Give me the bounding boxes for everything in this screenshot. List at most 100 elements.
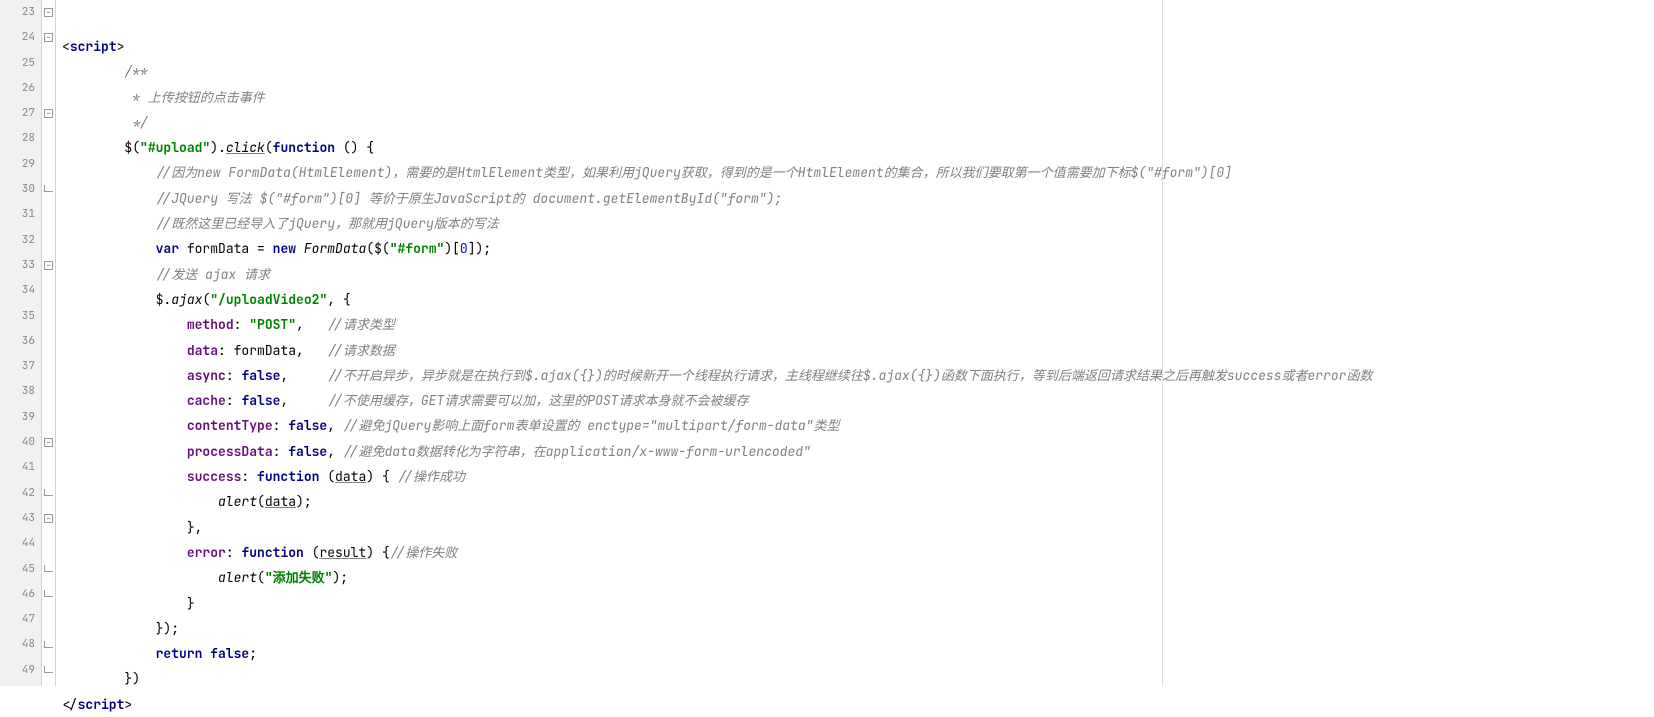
token-cmt: //既然这里已经导入了jQuery，那就用jQuery版本的写法 (156, 215, 499, 232)
token-str: "添加失败" (265, 569, 333, 586)
code-line[interactable]: * 上传按钮的点击事件 (62, 85, 1654, 110)
token-kw: false (288, 417, 327, 434)
code-line[interactable]: success: function (data) { //操作成功 (62, 464, 1654, 489)
code-line[interactable]: method: "POST", //请求类型 (62, 312, 1654, 337)
token-op: , (327, 443, 343, 460)
token-kw: false (288, 443, 327, 460)
token-id: formData (234, 342, 296, 359)
line-number: 37 (0, 354, 35, 379)
token-typ: FormData (304, 240, 366, 257)
line-number: 31 (0, 202, 35, 227)
line-number: 38 (0, 379, 35, 404)
code-line[interactable]: alert("添加失败"); (62, 565, 1654, 590)
token-op (179, 240, 187, 257)
token-op: </ (62, 696, 78, 713)
token-op: ) { (366, 468, 397, 485)
code-line[interactable]: async: false, //不开启异步，异步就是在执行到$.ajax({})… (62, 363, 1654, 388)
token-op: < (62, 38, 70, 55)
fold-toggle-icon[interactable]: - (44, 8, 53, 17)
fold-toggle-icon[interactable]: - (44, 33, 53, 42)
token-attr: method (187, 316, 234, 333)
line-number: 23 (0, 0, 35, 25)
line-number: 34 (0, 278, 35, 303)
token-op: : (218, 342, 234, 359)
token-op: > (117, 38, 125, 55)
fold-toggle-icon[interactable]: - (44, 514, 53, 523)
line-number: 47 (0, 607, 35, 632)
token-op: : (273, 417, 289, 434)
code-line[interactable]: //既然这里已经导入了jQuery，那就用jQuery版本的写法 (62, 211, 1654, 236)
code-line[interactable]: data: formData, //请求数据 (62, 338, 1654, 363)
token-op: ]); (468, 240, 491, 257)
token-kw: function (273, 139, 335, 156)
token-op: , (296, 316, 327, 333)
token-op: : (226, 367, 242, 384)
code-line[interactable]: processData: false, //避免data数据转化为字符串，在ap… (62, 439, 1654, 464)
code-line[interactable]: contentType: false, //避免jQuery影响上面form表单… (62, 413, 1654, 438)
token-id: data (335, 468, 366, 485)
token-doc: /** (124, 63, 147, 80)
code-line[interactable]: $("#upload").click(function () { (62, 135, 1654, 160)
code-line[interactable]: error: function (result) {//操作失败 (62, 540, 1654, 565)
code-line[interactable]: </script> (62, 692, 1654, 717)
token-op: ); (332, 569, 348, 586)
fold-toggle-icon[interactable]: - (44, 438, 53, 447)
line-number: 46 (0, 582, 35, 607)
code-line[interactable]: }) (62, 666, 1654, 691)
code-line[interactable]: <script> (62, 34, 1654, 59)
line-number: 36 (0, 329, 35, 354)
token-cmt: //请求数据 (327, 342, 395, 359)
token-doc: * 上传按钮的点击事件 (132, 89, 265, 106)
fold-end-icon (44, 489, 53, 496)
fold-toggle-icon[interactable]: - (44, 109, 53, 118)
token-cmt: //避免jQuery影响上面form表单设置的 enctype="multipa… (343, 417, 840, 434)
code-line[interactable]: /** (62, 59, 1654, 84)
token-op: : (241, 468, 257, 485)
token-kw: function (241, 544, 303, 561)
token-cmt: //操作失败 (390, 544, 458, 561)
token-num: 0 (460, 240, 468, 257)
line-number: 32 (0, 228, 35, 253)
code-line[interactable]: }, (62, 515, 1654, 540)
token-op: }) (124, 670, 140, 687)
code-line[interactable]: //因为new FormData(HtmlElement)，需要的是HtmlEl… (62, 160, 1654, 185)
token-cmt: //请求类型 (327, 316, 395, 333)
token-op: ); (296, 493, 312, 510)
line-number: 28 (0, 126, 35, 151)
line-number: 29 (0, 152, 35, 177)
line-number: 39 (0, 405, 35, 430)
token-op: : (226, 392, 242, 409)
fold-toggle-icon[interactable]: - (44, 261, 53, 270)
token-typ: click (226, 139, 265, 156)
code-line[interactable]: //JQuery 写法 $("#form")[0] 等价于原生JavaScrip… (62, 186, 1654, 211)
code-editor-area[interactable]: <script> /** * 上传按钮的点击事件 */ $("#upload")… (56, 0, 1654, 686)
token-op: , (280, 392, 327, 409)
token-op: )[ (444, 240, 460, 257)
token-op: = (249, 240, 272, 257)
token-cmt: //JQuery 写法 $("#form")[0] 等价于原生JavaScrip… (156, 190, 783, 207)
code-line[interactable]: return false; (62, 641, 1654, 666)
line-number: 27 (0, 101, 35, 126)
code-line[interactable]: }); (62, 616, 1654, 641)
token-kw: false (241, 392, 280, 409)
token-attr: cache (187, 392, 226, 409)
token-tag: script (78, 696, 125, 713)
fold-end-icon (44, 565, 53, 572)
line-number: 41 (0, 455, 35, 480)
line-number: 26 (0, 76, 35, 101)
code-line[interactable]: var formData = new FormData($("#form")[0… (62, 236, 1654, 261)
code-line[interactable]: $.ajax("/uploadVideo2", { (62, 287, 1654, 312)
fold-end-icon (44, 641, 53, 648)
token-kw: false (241, 367, 280, 384)
code-line[interactable]: alert(data); (62, 489, 1654, 514)
token-kw: function (257, 468, 319, 485)
token-op: ( (257, 493, 265, 510)
fold-end-icon (44, 666, 53, 673)
code-line[interactable]: cache: false, //不使用缓存，GET请求需要可以加，这里的POST… (62, 388, 1654, 413)
code-line[interactable]: */ (62, 110, 1654, 135)
code-line[interactable]: //发送 ajax 请求 (62, 262, 1654, 287)
token-op: ( (319, 468, 335, 485)
token-op: ; (249, 645, 257, 662)
token-cmt: //操作成功 (397, 468, 465, 485)
code-line[interactable]: } (62, 591, 1654, 616)
